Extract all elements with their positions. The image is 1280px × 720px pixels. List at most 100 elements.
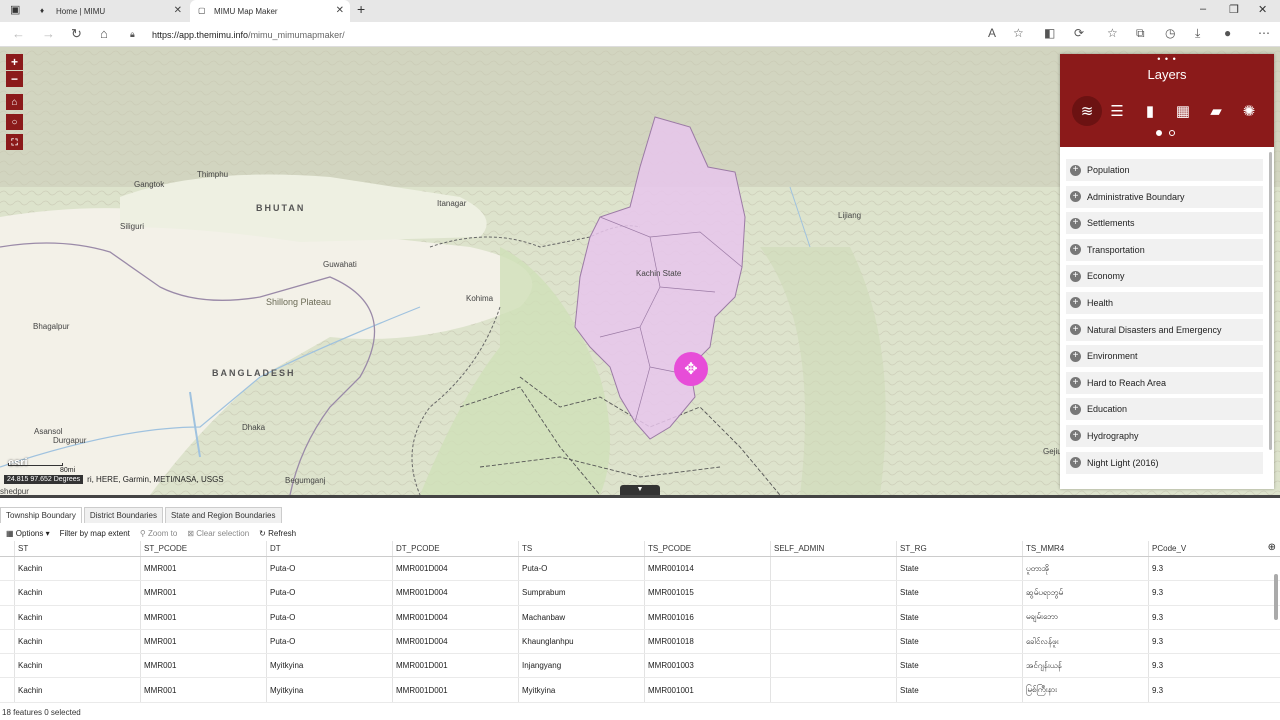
browser-tab-home[interactable]: ♦ Home | MIMU ✕ — [32, 0, 188, 22]
layer-group-economy[interactable]: + Economy — [1066, 265, 1263, 288]
filter-by-extent-button[interactable]: Filter by map extent — [60, 529, 130, 538]
table-row[interactable]: Kachin MMR001 Puta-O MMR001D004 Puta-O MMR001… — [0, 557, 1280, 582]
forward-icon[interactable]: → — [42, 26, 55, 41]
table-toggle-button[interactable]: ▼ — [620, 485, 660, 495]
home-extent-button[interactable]: ⌂ — [6, 94, 23, 110]
browser-toolbar: ← → ↻ ⌂ 🔒︎ https://app.themimu.info/mimu… — [0, 22, 1280, 47]
more-menu-icon[interactable]: ⋯ — [1258, 26, 1270, 40]
education-icon[interactable]: ▰ — [1205, 100, 1227, 122]
address-bar[interactable]: 🔒︎ https://app.themimu.info/mimu_mimumap… — [130, 25, 1150, 44]
column-header[interactable]: DT — [266, 541, 392, 556]
close-window-icon[interactable]: ✕ — [1258, 3, 1267, 16]
clear-selection-button[interactable]: ⊠ Clear selection — [187, 529, 249, 538]
tab-district-boundaries[interactable]: District Boundaries — [83, 507, 163, 523]
table-row[interactable]: Kachin MMR001 Puta-O MMR001D004 Sumprabum MMR… — [0, 581, 1280, 606]
layer-group-hard-to-reach[interactable]: + Hard to Reach Area — [1066, 371, 1263, 394]
clear-icon: ⊠ — [187, 528, 195, 538]
refresh-button[interactable]: ↻ Refresh — [259, 529, 296, 538]
map-label-durgapur: Durgapur — [53, 436, 87, 445]
download-icon[interactable]: ⤓ — [1195, 26, 1200, 41]
minimize-icon[interactable]: – — [1200, 3, 1206, 15]
table-row[interactable]: Kachin MMR001 Myitkyina MMR001D001 Myitkyina… — [0, 678, 1280, 703]
maximize-icon[interactable]: ❐ — [1229, 3, 1239, 16]
layer-group-natural-disasters[interactable]: + Natural Disasters and Emergency — [1066, 318, 1263, 341]
layer-group-administrative-boundary[interactable]: + Administrative Boundary — [1066, 185, 1263, 208]
grid-icon[interactable]: ▦ — [1172, 100, 1194, 122]
profile-avatar-icon[interactable]: ● — [1224, 26, 1231, 40]
column-menu-icon[interactable]: ⊕ — [1268, 542, 1276, 553]
panel-drag-handle[interactable]: • • • — [1060, 54, 1274, 64]
history-icon[interactable]: ◷ — [1165, 26, 1175, 40]
column-header[interactable]: DT_PCODE — [392, 541, 518, 556]
expand-plus-icon: + — [1070, 350, 1081, 362]
column-header[interactable]: ST_RG — [896, 541, 1022, 556]
locate-button[interactable]: ○ — [6, 114, 23, 130]
close-tab-icon[interactable]: ✕ — [174, 5, 182, 16]
move-cursor-icon: ✥ — [674, 352, 708, 386]
column-header[interactable]: SELF_ADMIN — [770, 541, 896, 556]
map-view[interactable]: Thimphu Gangtok BHUTAN Itanagar Siliguri… — [0, 47, 1280, 495]
reload-icon[interactable]: ↻ — [71, 26, 82, 42]
table-cell: State — [896, 581, 1022, 605]
column-header[interactable]: TS — [518, 541, 644, 556]
column-header[interactable]: TS_MMR4 — [1022, 541, 1148, 556]
column-header[interactable]: ST — [14, 541, 140, 556]
column-header[interactable]: PCode_V — [1148, 541, 1266, 556]
layer-group-transportation[interactable]: + Transportation — [1066, 238, 1263, 261]
zoom-in-button[interactable]: + — [6, 54, 23, 70]
table-cell — [770, 629, 896, 654]
options-button[interactable]: ▦ Options ▾ — [6, 529, 50, 538]
read-aloud-icon[interactable]: A — [988, 26, 996, 40]
pager-dot-active[interactable] — [1156, 130, 1162, 136]
layer-list: + Population + Administrative Boundary + Se… — [1066, 159, 1263, 478]
layer-group-population[interactable]: + Population — [1066, 159, 1263, 181]
layer-group-settlements[interactable]: + Settlements — [1066, 212, 1263, 235]
table-row[interactable]: Kachin MMR001 Puta-O MMR001D004 Machanbaw MMR… — [0, 605, 1280, 630]
table-cell: Kachin — [14, 629, 140, 654]
tab-township-boundary[interactable]: Township Boundary — [0, 507, 82, 523]
table-scrollbar[interactable] — [1274, 574, 1278, 620]
back-icon[interactable]: ← — [12, 26, 25, 41]
table-row[interactable]: Kachin MMR001 Puta-O MMR001D004 Khaunglanhpu… — [0, 629, 1280, 655]
collections-icon[interactable]: ◧ — [1044, 26, 1055, 40]
palette-icon[interactable]: ✺ — [1238, 100, 1260, 122]
tab-actions-icon[interactable]: ▣ — [10, 3, 20, 16]
layer-group-education[interactable]: + Education — [1066, 398, 1263, 421]
table-cell: Myitkyina — [266, 654, 392, 678]
close-tab-icon[interactable]: ✕ — [336, 5, 344, 16]
table-cell: Puta-O — [266, 581, 392, 605]
zoom-out-button[interactable]: − — [6, 71, 23, 87]
table-row[interactable]: Kachin MMR001 Myitkyina MMR001D001 Injangyan… — [0, 654, 1280, 679]
list-icon[interactable]: ☰ — [1106, 100, 1128, 122]
column-header[interactable]: ST_PCODE — [140, 541, 266, 556]
layer-group-hydrography[interactable]: + Hydrography — [1066, 424, 1263, 447]
zoom-to-button[interactable]: ⚲ Zoom to — [140, 529, 177, 538]
table-cell: Puta-O — [266, 605, 392, 629]
bookmark-icon[interactable]: ▮ — [1139, 100, 1161, 122]
new-tab-button[interactable]: + — [357, 1, 365, 17]
extensions-icon[interactable]: ⟳ — [1074, 26, 1084, 40]
layers-scrollbar[interactable] — [1269, 152, 1272, 450]
layers-icon[interactable]: ≋ — [1072, 96, 1102, 126]
expand-plus-icon: + — [1070, 403, 1081, 415]
table-cell: Kachin — [14, 605, 140, 629]
table-cell: ဆွမ်ပရာဘွမ် — [1022, 581, 1148, 605]
table-cell: MMR001D004 — [392, 629, 518, 654]
browser-tab-mapmaker[interactable]: ▢ MIMU Map Maker ✕ — [190, 0, 350, 22]
map-label-bhagalpur: Bhagalpur — [33, 322, 70, 331]
favorite-star-icon[interactable]: ☆ — [1013, 26, 1024, 40]
layer-group-health[interactable]: + Health — [1066, 291, 1263, 314]
home-icon[interactable]: ⌂ — [100, 26, 108, 41]
column-header[interactable]: TS_PCODE — [644, 541, 770, 556]
pager-dot[interactable] — [1169, 130, 1175, 136]
table-cell: Kachin — [14, 654, 140, 678]
layer-group-night-light[interactable]: + Night Light (2016) — [1066, 451, 1263, 474]
favorites-icon[interactable]: ☆ — [1107, 26, 1118, 40]
table-cell: Puta-O — [518, 557, 644, 581]
layer-group-environment[interactable]: + Environment — [1066, 345, 1263, 368]
page-favicon-icon: ▢ — [198, 6, 206, 15]
expand-plus-icon: + — [1070, 164, 1081, 176]
tab-state-region-boundaries[interactable]: State and Region Boundaries — [164, 507, 282, 523]
collections2-icon[interactable]: ⧉ — [1136, 26, 1145, 41]
fullscreen-button[interactable]: ⛶ — [6, 134, 23, 150]
